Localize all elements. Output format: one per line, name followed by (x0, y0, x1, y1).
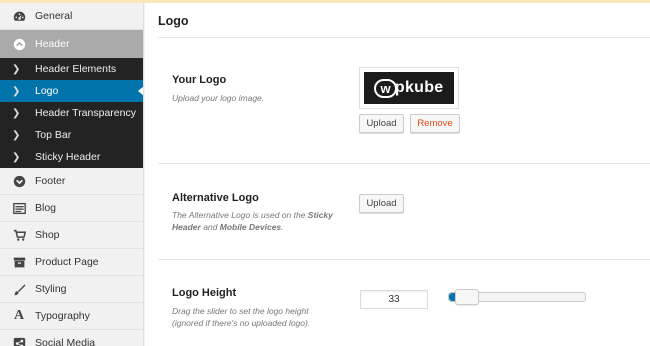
archive-icon (12, 255, 26, 269)
typography-icon: A (13, 308, 25, 323)
divider (158, 259, 650, 260)
dashboard-icon (12, 9, 26, 23)
sidebar-item-label: Footer (35, 175, 66, 187)
your-logo-label: Your Logo (172, 74, 227, 86)
subitem-label: Header Elements (35, 63, 117, 75)
chevron-right-icon: ❯ (12, 129, 21, 141)
share-icon (12, 336, 26, 346)
sidebar: General Header ❯ Header Elements ❯ Logo … (0, 3, 144, 346)
chevron-right-icon: ❯ (12, 63, 21, 75)
divider (158, 163, 650, 164)
arrow-up-circle-icon (12, 37, 26, 51)
your-logo-description: Upload your logo image. (172, 93, 265, 103)
logo-preview: w pkube (359, 67, 459, 109)
logo-text: pkube (394, 79, 444, 96)
sidebar-subitem-sticky-header[interactable]: ❯ Sticky Header (0, 146, 143, 168)
sidebar-item-social-media[interactable]: Social Media (0, 330, 143, 346)
sidebar-item-label: Shop (35, 229, 60, 241)
sidebar-item-header[interactable]: Header (0, 30, 143, 58)
sidebar-subitem-header-transparency[interactable]: ❯ Header Transparency (0, 102, 143, 124)
sidebar-item-label: Header (35, 38, 70, 50)
sidebar-item-product-page[interactable]: Product Page (0, 249, 143, 276)
sidebar-item-footer[interactable]: Footer (0, 168, 143, 195)
sidebar-item-typography[interactable]: A Typography (0, 303, 143, 330)
sidebar-item-general[interactable]: General (0, 3, 143, 30)
arrow-down-circle-icon (12, 174, 26, 188)
alternative-logo-description: The Alternative Logo is used on the Stic… (172, 210, 333, 232)
sidebar-item-label: Blog (35, 202, 57, 214)
sidebar-item-label: Typography (35, 310, 90, 322)
alternative-logo-label: Alternative Logo (172, 192, 259, 204)
sidebar-item-blog[interactable]: Blog (0, 195, 143, 222)
logo-height-slider[interactable] (448, 289, 586, 305)
upload-alternative-logo-button[interactable]: Upload (359, 194, 404, 213)
sidebar-subitem-header-elements[interactable]: ❯ Header Elements (0, 58, 143, 80)
subitem-label: Header Transparency (35, 107, 136, 119)
logo-height-input[interactable]: 33 (360, 290, 428, 309)
slider-handle[interactable] (455, 289, 480, 305)
chevron-right-icon: ❯ (12, 85, 21, 97)
logo-image: w pkube (364, 72, 454, 104)
logo-height-description: Drag the slider to set the logo height (… (172, 306, 311, 328)
sidebar-item-label: Social Media (35, 337, 96, 346)
chevron-right-icon: ❯ (12, 107, 21, 119)
sidebar-item-label: Styling (35, 283, 67, 295)
remove-logo-button[interactable]: Remove (410, 114, 460, 133)
sidebar-subitem-logo[interactable]: ❯ Logo (0, 80, 143, 102)
subitem-label: Logo (35, 85, 59, 97)
brush-icon (12, 282, 26, 296)
cart-icon (12, 228, 26, 242)
blog-icon (12, 201, 26, 215)
logo-height-label: Logo Height (172, 287, 237, 299)
logo-w-mark: w (374, 78, 397, 98)
upload-logo-button[interactable]: Upload (359, 114, 404, 133)
settings-panel: Logo Your Logo Upload your logo image. w… (145, 3, 650, 346)
subitem-label: Top Bar (35, 129, 72, 141)
sidebar-item-styling[interactable]: Styling (0, 276, 143, 303)
chevron-right-icon: ❯ (12, 151, 21, 163)
subitem-label: Sticky Header (35, 151, 101, 163)
page-title: Logo (158, 14, 189, 28)
sidebar-item-label: Product Page (35, 256, 99, 268)
sidebar-item-shop[interactable]: Shop (0, 222, 143, 249)
sidebar-subitem-top-bar[interactable]: ❯ Top Bar (0, 124, 143, 146)
divider (158, 37, 650, 38)
sidebar-item-label: General (35, 10, 73, 22)
